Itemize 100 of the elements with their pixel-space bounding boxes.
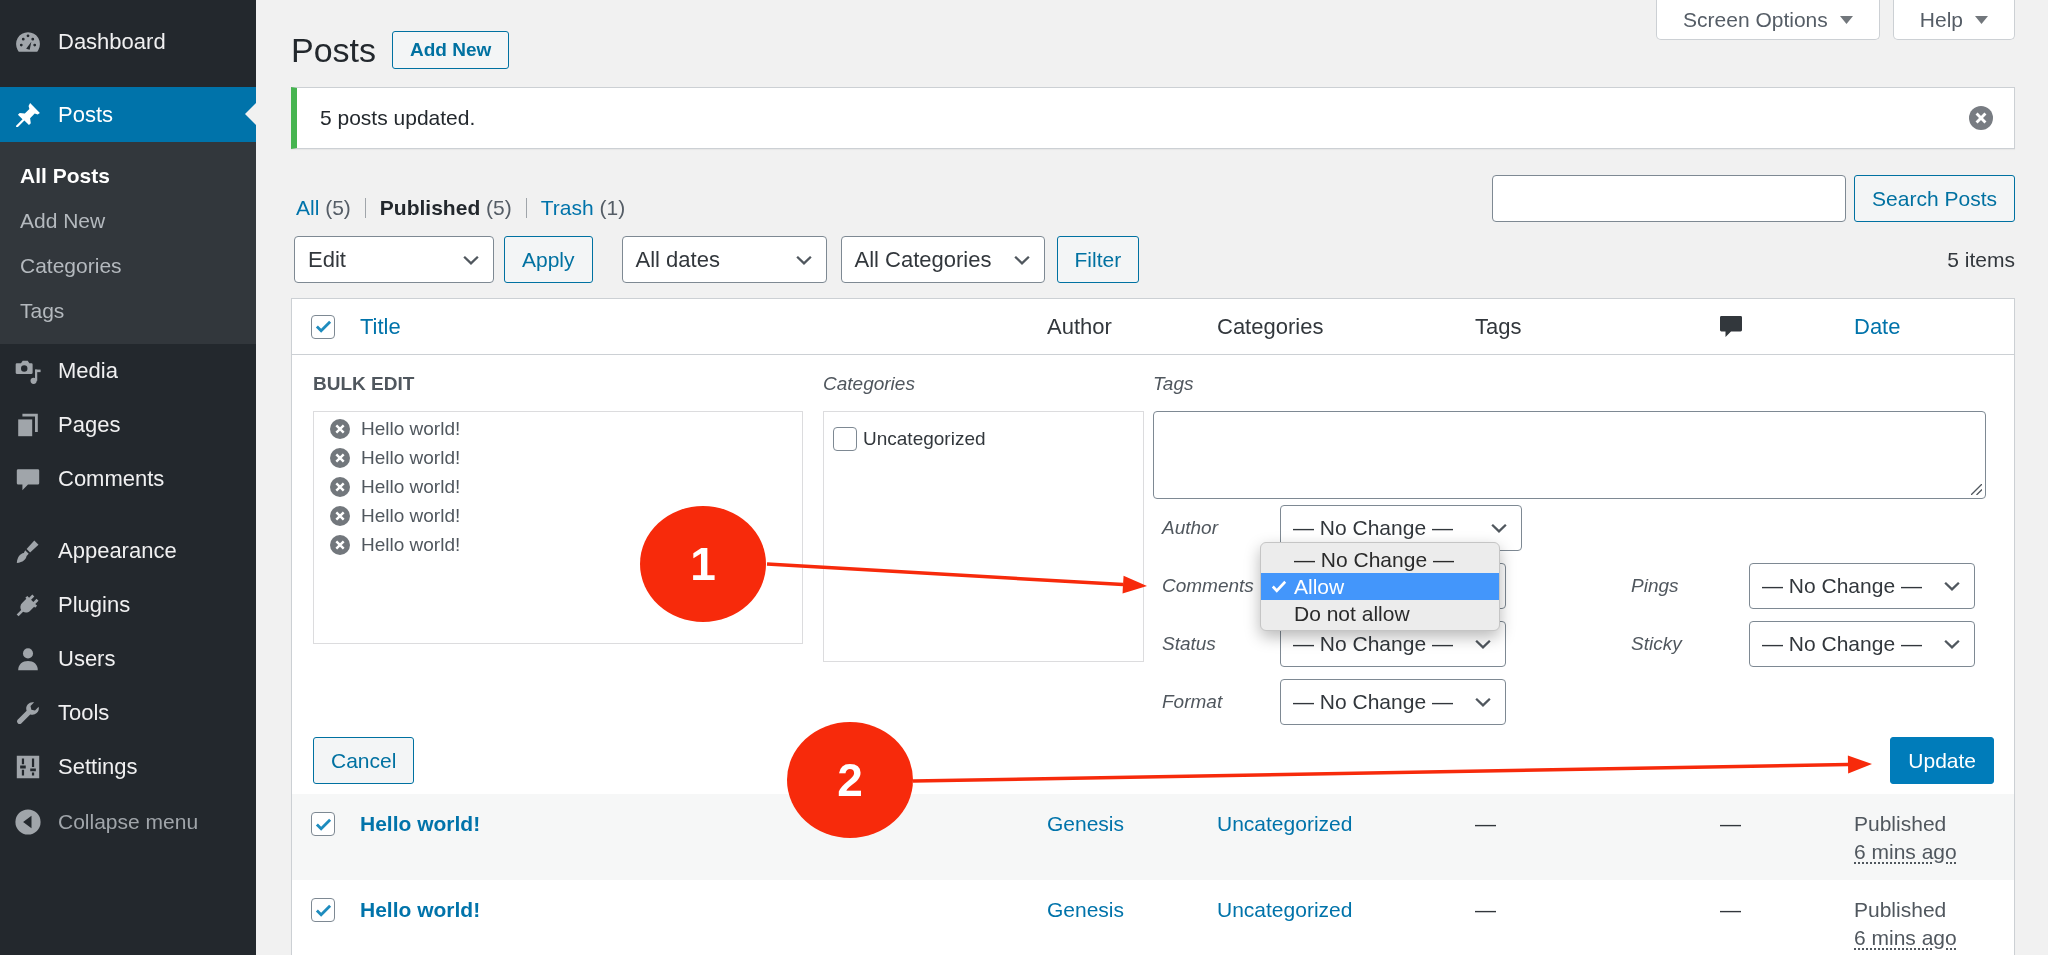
- field-label: Tags: [1153, 372, 1195, 396]
- update-button[interactable]: Update: [1890, 737, 1994, 784]
- post-title-link[interactable]: Hello world!: [360, 898, 481, 921]
- checkmark-icon: [1271, 580, 1287, 593]
- circle-x-icon[interactable]: [330, 418, 350, 439]
- chevron-down-icon: [1491, 523, 1507, 533]
- chevron-down-icon: [795, 254, 812, 265]
- menu-item[interactable]: Dashboard: [0, 15, 256, 69]
- chevron-down-icon: [1944, 639, 1960, 649]
- down-triangle-icon: [1839, 15, 1853, 24]
- add-new-button[interactable]: Add New: [392, 31, 510, 69]
- post-title: Hello world!: [361, 533, 461, 556]
- submenu-item[interactable]: All Posts: [0, 153, 256, 198]
- select-field[interactable]: — No Change —: [1749, 563, 1975, 609]
- item-count: 5 items: [1947, 247, 2015, 272]
- table-cell: —: [1475, 812, 1496, 835]
- author-link[interactable]: Genesis: [1047, 812, 1125, 835]
- select-field[interactable]: — No Change —: [1749, 621, 1975, 667]
- post-title: Hello world!: [361, 504, 461, 527]
- view-link[interactable]: Trash (1): [540, 194, 626, 222]
- submenu-item[interactable]: Categories: [0, 243, 256, 288]
- chevron-down-icon: [1475, 639, 1491, 649]
- wrench-icon: [14, 699, 42, 727]
- post-title: Hello world!: [361, 417, 461, 440]
- menu-item[interactable]: Users: [0, 632, 256, 686]
- post-title: Hello world!: [361, 446, 461, 469]
- circle-x-icon[interactable]: [330, 505, 350, 526]
- menu-item[interactable]: Posts: [0, 87, 256, 142]
- filter-select[interactable]: All dates: [621, 236, 827, 283]
- table-cell: —: [1720, 812, 1741, 835]
- column-header[interactable]: Title: [360, 312, 401, 341]
- chevron-down-icon: [1013, 254, 1030, 265]
- speech-bubble-icon: [1720, 316, 1742, 337]
- field-label: Sticky: [1631, 632, 1682, 656]
- menu-item[interactable]: Media: [0, 344, 256, 398]
- column-header: Author: [1047, 312, 1112, 341]
- post-title-link[interactable]: Hello world!: [360, 812, 481, 835]
- category-link[interactable]: Uncategorized: [1217, 898, 1353, 921]
- field-label: Status: [1162, 632, 1216, 656]
- checkmark-icon: [314, 817, 332, 831]
- section-title: BULK EDIT: [313, 372, 416, 396]
- view-link[interactable]: Published (5): [379, 194, 512, 222]
- column-header[interactable]: Date: [1854, 312, 1901, 341]
- checkbox[interactable]: [833, 427, 857, 451]
- checkmark-icon: [314, 903, 332, 917]
- post-date: 6 mins ago: [1854, 840, 1957, 863]
- resize-grip-icon: [1971, 484, 1982, 495]
- checkmark-icon: [314, 320, 332, 333]
- sliders-icon: [14, 753, 42, 781]
- category-link[interactable]: Uncategorized: [1217, 812, 1353, 835]
- post-title: Hello world!: [361, 475, 461, 498]
- tags-field[interactable]: [1153, 411, 1986, 499]
- down-triangle-icon: [1975, 15, 1988, 24]
- cancel-button[interactable]: Cancel: [313, 737, 415, 784]
- circle-x-icon[interactable]: [330, 534, 350, 555]
- circle-x-icon[interactable]: [330, 476, 350, 497]
- field-label: Pings: [1631, 574, 1679, 598]
- submenu-item[interactable]: Tags: [0, 288, 256, 333]
- column-header: Tags: [1475, 312, 1522, 341]
- field-label: Author: [1162, 516, 1218, 540]
- checkbox[interactable]: [311, 812, 335, 836]
- screen-tab[interactable]: Screen Options: [1656, 0, 1880, 40]
- pushpin-icon: [14, 100, 42, 129]
- table-cell: —: [1475, 898, 1496, 921]
- notice-message: 5 posts updated.: [320, 106, 476, 130]
- post-date: 6 mins ago: [1854, 926, 1957, 949]
- field-label: Categories: [823, 372, 916, 396]
- field-label: Comments: [1162, 574, 1254, 598]
- circle-x-icon[interactable]: [330, 447, 350, 468]
- filter-select[interactable]: All Categories: [840, 236, 1045, 283]
- menu-item[interactable]: Pages: [0, 398, 256, 452]
- select-field[interactable]: — No Change —: [1280, 679, 1506, 725]
- collapse-menu-button[interactable]: Collapse menu: [0, 794, 256, 850]
- menu-item[interactable]: Comments: [0, 452, 256, 506]
- author-link[interactable]: Genesis: [1047, 898, 1125, 921]
- checkbox[interactable]: [311, 898, 335, 922]
- apply-button[interactable]: Apply: [504, 236, 593, 283]
- menu-item[interactable]: Tools: [0, 686, 256, 740]
- triangle-icon: [245, 103, 256, 125]
- submenu-item[interactable]: Add New: [0, 198, 256, 243]
- filter-button[interactable]: Filter: [1056, 236, 1140, 283]
- search-field[interactable]: [1492, 175, 1847, 222]
- screen-tab[interactable]: Help: [1892, 0, 2015, 40]
- table-cell: —: [1720, 898, 1741, 921]
- menu-item[interactable]: Settings: [0, 740, 256, 794]
- field-label: Format: [1162, 690, 1223, 714]
- close-icon[interactable]: [1969, 106, 1993, 130]
- chevron-down-icon: [1944, 581, 1960, 591]
- search-button[interactable]: Search Posts: [1854, 175, 2015, 222]
- chevron-down-icon: [463, 254, 479, 265]
- page-title: Posts: [291, 30, 377, 71]
- menu-item[interactable]: Appearance: [0, 524, 256, 578]
- checkbox[interactable]: [311, 314, 335, 339]
- checkbox-label: Uncategorized: [863, 428, 986, 450]
- bulk-actions-select[interactable]: Edit: [294, 236, 494, 283]
- menu-item[interactable]: Plugins: [0, 578, 256, 632]
- column-header: Categories: [1217, 312, 1324, 341]
- post-status: Published: [1854, 812, 1947, 835]
- view-link[interactable]: All (5): [296, 194, 351, 222]
- chevron-down-icon: [1475, 697, 1491, 707]
